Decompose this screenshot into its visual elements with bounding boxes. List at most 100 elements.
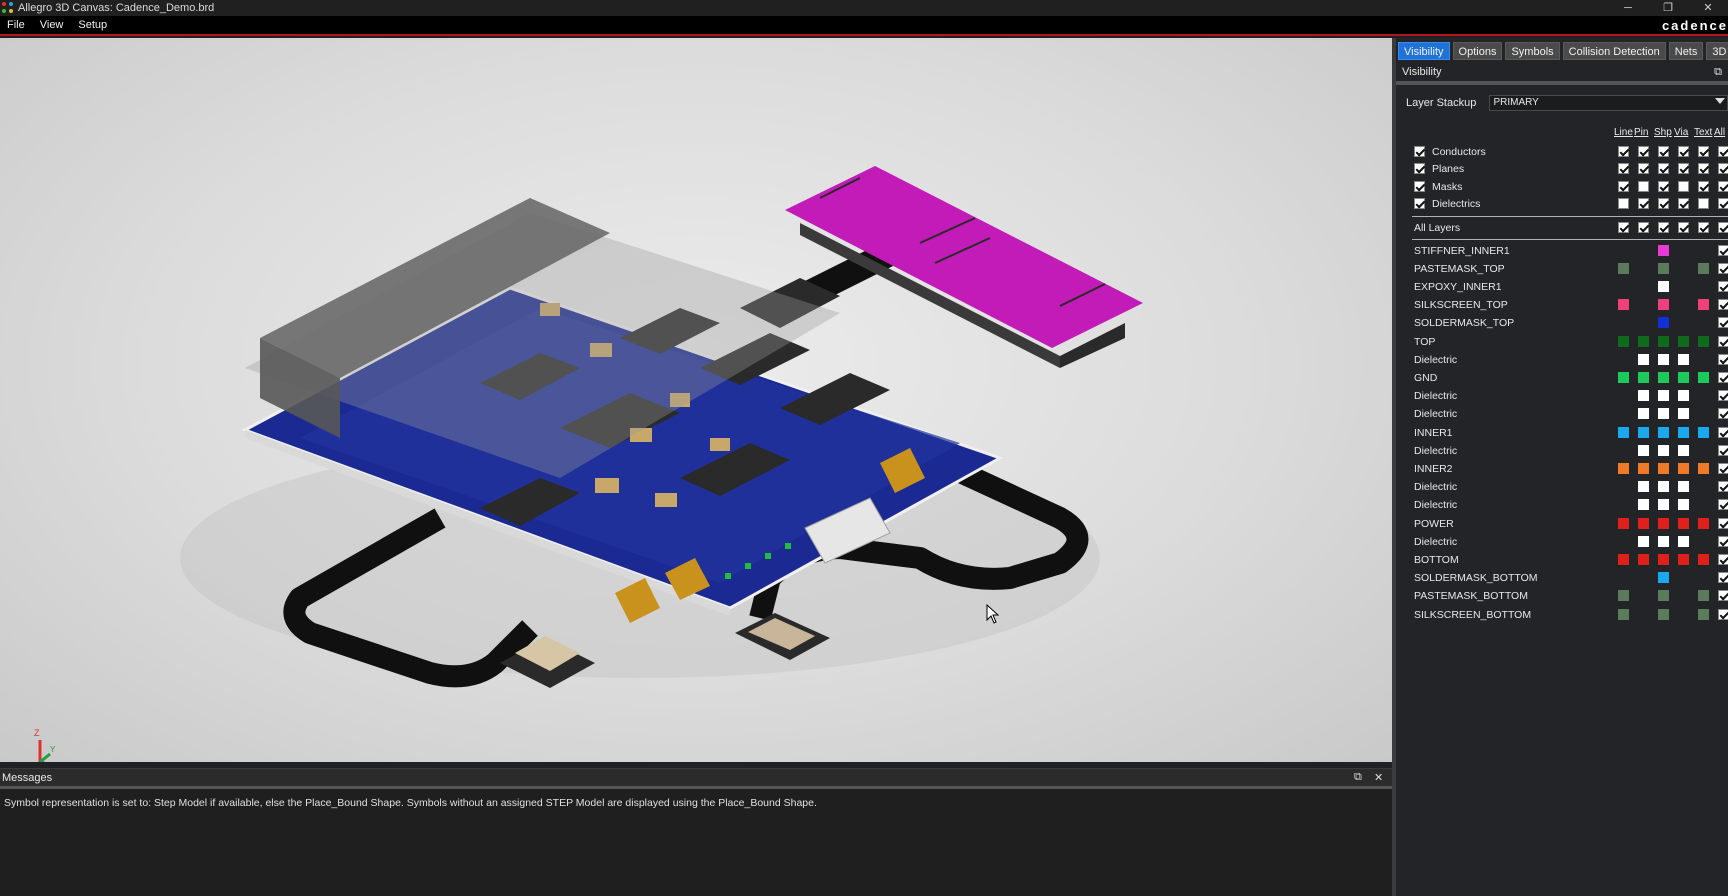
menu-view[interactable]: View xyxy=(33,19,72,31)
group-checkbox[interactable] xyxy=(1414,146,1425,157)
layer-color-swatch-shp[interactable] xyxy=(1658,280,1669,292)
visibility-checkbox-line[interactable] xyxy=(1618,146,1629,157)
layer-color-swatch-shp[interactable] xyxy=(1658,335,1669,347)
layer-color-swatch-line[interactable] xyxy=(1618,371,1629,383)
layer-color-swatch-via[interactable] xyxy=(1678,462,1689,474)
layer-color-swatch-via[interactable] xyxy=(1678,535,1689,547)
minimize-button[interactable]: ─ xyxy=(1608,0,1648,16)
layer-color-swatch-line[interactable] xyxy=(1618,299,1629,311)
visibility-checkbox-text[interactable] xyxy=(1698,163,1709,175)
layer-color-swatch-shp[interactable] xyxy=(1658,353,1669,365)
visibility-checkbox-via[interactable] xyxy=(1678,146,1689,157)
float-panel-icon[interactable]: ⧉ xyxy=(1714,66,1722,79)
layer-color-swatch-via[interactable] xyxy=(1678,371,1689,383)
layer-color-swatch-shp[interactable] xyxy=(1658,462,1669,474)
layer-color-swatch-pin[interactable] xyxy=(1638,462,1649,474)
layer-color-swatch-shp[interactable] xyxy=(1658,590,1669,602)
layer-all-checkbox[interactable] xyxy=(1718,299,1728,311)
layer-all-checkbox[interactable] xyxy=(1718,335,1728,347)
layer-all-checkbox[interactable] xyxy=(1718,426,1728,438)
layer-color-swatch-shp[interactable] xyxy=(1658,299,1669,311)
visibility-checkbox-all[interactable] xyxy=(1718,146,1728,157)
pcb-3d-model[interactable] xyxy=(0,38,1392,762)
visibility-checkbox-via[interactable] xyxy=(1678,163,1689,175)
layer-color-swatch-pin[interactable] xyxy=(1638,535,1649,547)
visibility-checkbox-shp[interactable] xyxy=(1658,163,1669,175)
layer-color-swatch-pin[interactable] xyxy=(1638,499,1649,511)
visibility-checkbox-pin[interactable] xyxy=(1638,163,1649,175)
layer-color-swatch-pin[interactable] xyxy=(1638,353,1649,365)
layer-color-swatch-shp[interactable] xyxy=(1658,371,1669,383)
layer-color-swatch-shp[interactable] xyxy=(1658,390,1669,402)
layer-color-swatch-text[interactable] xyxy=(1698,462,1709,474)
layer-color-swatch-shp[interactable] xyxy=(1658,262,1669,274)
group-checkbox[interactable] xyxy=(1414,197,1425,209)
tab-3d-mapper[interactable]: 3D Mappe xyxy=(1706,42,1728,60)
layer-all-checkbox[interactable] xyxy=(1718,244,1728,256)
layer-color-swatch-via[interactable] xyxy=(1678,553,1689,565)
3d-canvas-viewport[interactable]: Z Y X xyxy=(0,38,1392,762)
tab-nets[interactable]: Nets xyxy=(1668,42,1704,60)
layer-color-swatch-via[interactable] xyxy=(1678,444,1689,456)
visibility-checkbox-line[interactable] xyxy=(1618,180,1629,192)
layer-color-swatch-shp[interactable] xyxy=(1658,553,1669,565)
visibility-checkbox-shp[interactable] xyxy=(1658,146,1669,157)
tab-options[interactable]: Options xyxy=(1452,42,1503,60)
layer-color-swatch-pin[interactable] xyxy=(1638,426,1649,438)
visibility-checkbox-line[interactable] xyxy=(1618,197,1629,209)
layer-color-swatch-line[interactable] xyxy=(1618,462,1629,474)
layer-color-swatch-line[interactable] xyxy=(1618,590,1629,602)
layer-color-swatch-pin[interactable] xyxy=(1638,371,1649,383)
layer-all-checkbox[interactable] xyxy=(1718,262,1728,274)
layer-color-swatch-pin[interactable] xyxy=(1638,444,1649,456)
layer-color-swatch-line[interactable] xyxy=(1618,517,1629,529)
layer-color-swatch-shp[interactable] xyxy=(1658,481,1669,493)
layer-color-swatch-pin[interactable] xyxy=(1638,517,1649,529)
layer-all-checkbox[interactable] xyxy=(1718,462,1728,474)
layer-color-swatch-shp[interactable] xyxy=(1658,426,1669,438)
restore-button[interactable]: ❐ xyxy=(1648,0,1688,16)
layer-color-swatch-shp[interactable] xyxy=(1658,499,1669,511)
layer-color-swatch-line[interactable] xyxy=(1618,553,1629,565)
layer-color-swatch-via[interactable] xyxy=(1678,408,1689,420)
layer-color-swatch-shp[interactable] xyxy=(1658,244,1669,256)
layer-all-checkbox[interactable] xyxy=(1718,553,1728,565)
layer-color-swatch-pin[interactable] xyxy=(1638,408,1649,420)
layer-color-swatch-text[interactable] xyxy=(1698,371,1709,383)
layer-all-checkbox[interactable] xyxy=(1718,444,1728,456)
all-layers-checkbox-pin[interactable] xyxy=(1638,222,1649,234)
layer-color-swatch-via[interactable] xyxy=(1678,481,1689,493)
layer-stackup-dropdown[interactable]: PRIMARY xyxy=(1489,95,1728,111)
layer-color-swatch-shp[interactable] xyxy=(1658,317,1669,329)
float-panel-icon[interactable]: ⧉ xyxy=(1354,771,1362,784)
menu-file[interactable]: File xyxy=(0,19,33,31)
visibility-checkbox-text[interactable] xyxy=(1698,146,1709,157)
layer-all-checkbox[interactable] xyxy=(1718,572,1728,584)
layer-color-swatch-via[interactable] xyxy=(1678,499,1689,511)
tab-visibility[interactable]: Visibility xyxy=(1398,42,1450,60)
layer-all-checkbox[interactable] xyxy=(1718,517,1728,529)
visibility-checkbox-via[interactable] xyxy=(1678,180,1689,192)
all-layers-checkbox-text[interactable] xyxy=(1698,222,1709,234)
visibility-checkbox-shp[interactable] xyxy=(1658,180,1669,192)
layer-all-checkbox[interactable] xyxy=(1718,371,1728,383)
visibility-checkbox-all[interactable] xyxy=(1718,163,1728,175)
layer-color-swatch-via[interactable] xyxy=(1678,517,1689,529)
layer-color-swatch-shp[interactable] xyxy=(1658,408,1669,420)
group-checkbox[interactable] xyxy=(1414,163,1425,175)
layer-color-swatch-pin[interactable] xyxy=(1638,481,1649,493)
layer-color-swatch-text[interactable] xyxy=(1698,299,1709,311)
all-layers-checkbox-via[interactable] xyxy=(1678,222,1689,234)
visibility-checkbox-all[interactable] xyxy=(1718,180,1728,192)
layer-all-checkbox[interactable] xyxy=(1718,590,1728,602)
all-layers-checkbox-line[interactable] xyxy=(1618,222,1629,234)
layer-color-swatch-shp[interactable] xyxy=(1658,572,1669,584)
layer-all-checkbox[interactable] xyxy=(1718,499,1728,511)
layer-all-checkbox[interactable] xyxy=(1718,535,1728,547)
layer-color-swatch-via[interactable] xyxy=(1678,335,1689,347)
visibility-checkbox-pin[interactable] xyxy=(1638,197,1649,209)
visibility-checkbox-via[interactable] xyxy=(1678,197,1689,209)
layer-all-checkbox[interactable] xyxy=(1718,280,1728,292)
layer-color-swatch-text[interactable] xyxy=(1698,426,1709,438)
layer-all-checkbox[interactable] xyxy=(1718,317,1728,329)
